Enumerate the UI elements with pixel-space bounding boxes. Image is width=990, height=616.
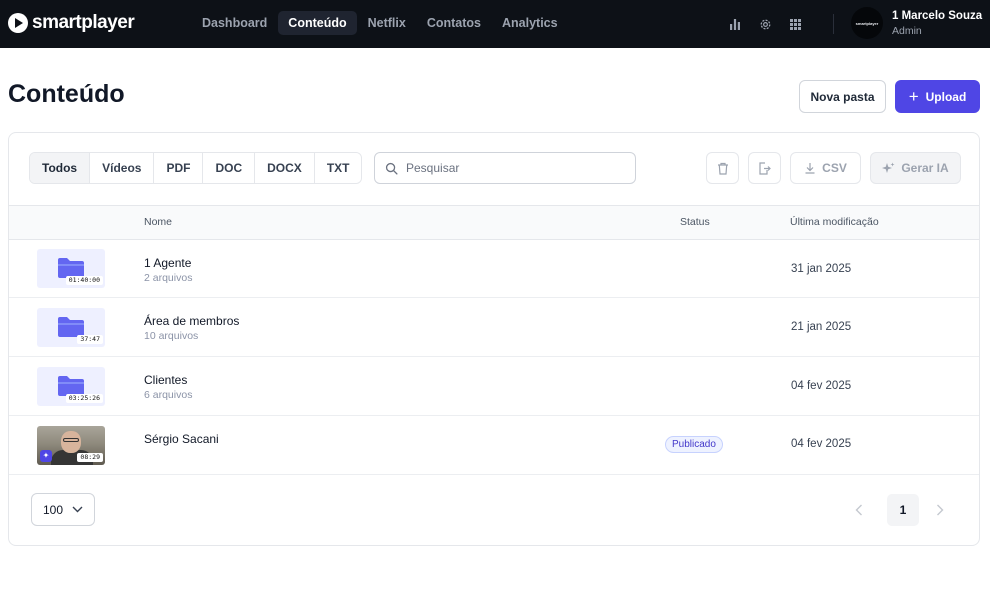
app-logo[interactable]: smartplayer	[8, 12, 135, 34]
duration-label: 08:29	[77, 453, 103, 462]
table-header: Nome Status Última modificação	[9, 205, 979, 240]
next-page-button[interactable]	[936, 503, 944, 521]
per-page-value: 100	[43, 502, 64, 517]
gear-icon[interactable]	[750, 14, 780, 34]
page-title: Conteúdo	[8, 80, 125, 108]
item-name[interactable]: Sérgio Sacani	[144, 432, 219, 446]
column-status[interactable]: Status	[680, 216, 710, 228]
item-file-count: 6 arquivos	[144, 389, 193, 401]
user-name: 1 Marcelo Souza	[892, 9, 983, 22]
nav-item-contatos[interactable]: Contatos	[417, 11, 491, 35]
csv-label: CSV	[822, 161, 847, 175]
video-frame	[63, 438, 79, 442]
ai-sparkle-icon: ✦	[40, 450, 52, 462]
chevron-right-icon	[937, 504, 944, 516]
new-folder-button[interactable]: Nova pasta	[799, 80, 886, 113]
file-export-icon	[759, 161, 771, 175]
page-button-current[interactable]: 1	[887, 494, 919, 526]
csv-export-button[interactable]: CSV	[790, 152, 861, 184]
folder-thumbnail: 37:47	[37, 308, 105, 347]
item-name[interactable]: Área de membros	[144, 314, 239, 328]
filter-txt[interactable]: TXT	[314, 153, 362, 183]
user-menu[interactable]: smartplayer 1 Marcelo Souza Admin	[851, 7, 982, 39]
trash-icon	[717, 162, 728, 175]
content-card: Todos Vídeos PDF DOC DOCX TXT Pesquisar …	[8, 132, 980, 546]
play-logo-icon	[8, 13, 28, 33]
item-file-count: 2 arquivos	[144, 272, 193, 284]
avatar: smartplayer	[851, 7, 883, 39]
duration-label: 01:40:00	[65, 276, 103, 285]
app-name: smartplayer	[32, 12, 135, 33]
duration-label: 03:25:26	[65, 394, 103, 403]
search-input[interactable]: Pesquisar	[374, 152, 636, 184]
filter-todos[interactable]: Todos	[30, 153, 91, 183]
download-icon	[805, 163, 815, 174]
plus-icon: +	[908, 86, 919, 106]
search-placeholder: Pesquisar	[406, 161, 460, 175]
filter-doc[interactable]: DOC	[203, 153, 256, 183]
folder-thumbnail: 03:25:26	[37, 367, 105, 406]
move-button[interactable]	[748, 152, 781, 184]
item-modified-date: 31 jan 2025	[791, 263, 852, 275]
sparkles-icon	[882, 162, 895, 173]
item-modified-date: 04 fev 2025	[791, 380, 852, 392]
item-modified-date: 21 jan 2025	[791, 321, 852, 333]
search-icon	[385, 162, 398, 175]
video-thumbnail: ✦ 08:29	[37, 426, 105, 465]
type-filter-tabs: Todos Vídeos PDF DOC DOCX TXT	[29, 152, 363, 184]
filter-pdf[interactable]: PDF	[154, 153, 204, 183]
nav-item-analytics[interactable]: Analytics	[492, 11, 568, 35]
top-navbar: smartplayer Dashboard Conteúdo Netflix C…	[0, 0, 990, 48]
nav-item-netflix[interactable]: Netflix	[358, 11, 416, 35]
table-row[interactable]: 03:25:26 Clientes 6 arquivos 04 fev 2025	[9, 358, 979, 416]
item-file-count: 10 arquivos	[144, 330, 199, 342]
item-modified-date: 04 fev 2025	[791, 438, 852, 450]
chevron-down-icon	[72, 506, 83, 513]
upload-button[interactable]: + Upload	[895, 80, 980, 113]
video-frame	[61, 431, 81, 453]
table-row[interactable]: ✦ 08:29 Sérgio Sacani Publicado 04 fev 2…	[9, 417, 979, 475]
column-name[interactable]: Nome	[144, 216, 172, 228]
nav-item-conteudo[interactable]: Conteúdo	[278, 11, 357, 35]
item-name[interactable]: 1 Agente	[144, 256, 191, 270]
previous-page-button[interactable]	[855, 503, 863, 521]
bar-chart-icon[interactable]	[720, 14, 750, 34]
folder-thumbnail: 01:40:00	[37, 249, 105, 288]
upload-label: Upload	[925, 89, 967, 104]
top-icon-group	[720, 14, 810, 34]
chevron-left-icon	[855, 504, 862, 516]
item-name[interactable]: Clientes	[144, 373, 187, 387]
ai-label: Gerar IA	[901, 161, 949, 175]
main-nav: Dashboard Conteúdo Netflix Contatos Anal…	[192, 11, 569, 35]
duration-label: 37:47	[77, 335, 103, 344]
column-modified[interactable]: Última modificação	[790, 216, 879, 228]
delete-button[interactable]	[706, 152, 739, 184]
divider	[833, 14, 834, 34]
nav-item-dashboard[interactable]: Dashboard	[192, 11, 277, 35]
filter-videos[interactable]: Vídeos	[90, 153, 155, 183]
grid-icon[interactable]	[780, 14, 810, 34]
status-badge: Publicado	[665, 436, 723, 453]
user-role: Admin	[892, 24, 922, 37]
table-row[interactable]: 01:40:00 1 Agente 2 arquivos 31 jan 2025	[9, 240, 979, 298]
table-row[interactable]: 37:47 Área de membros 10 arquivos 21 jan…	[9, 299, 979, 357]
generate-ai-button[interactable]: Gerar IA	[870, 152, 961, 184]
filter-docx[interactable]: DOCX	[255, 153, 315, 183]
per-page-select[interactable]: 100	[31, 493, 95, 526]
